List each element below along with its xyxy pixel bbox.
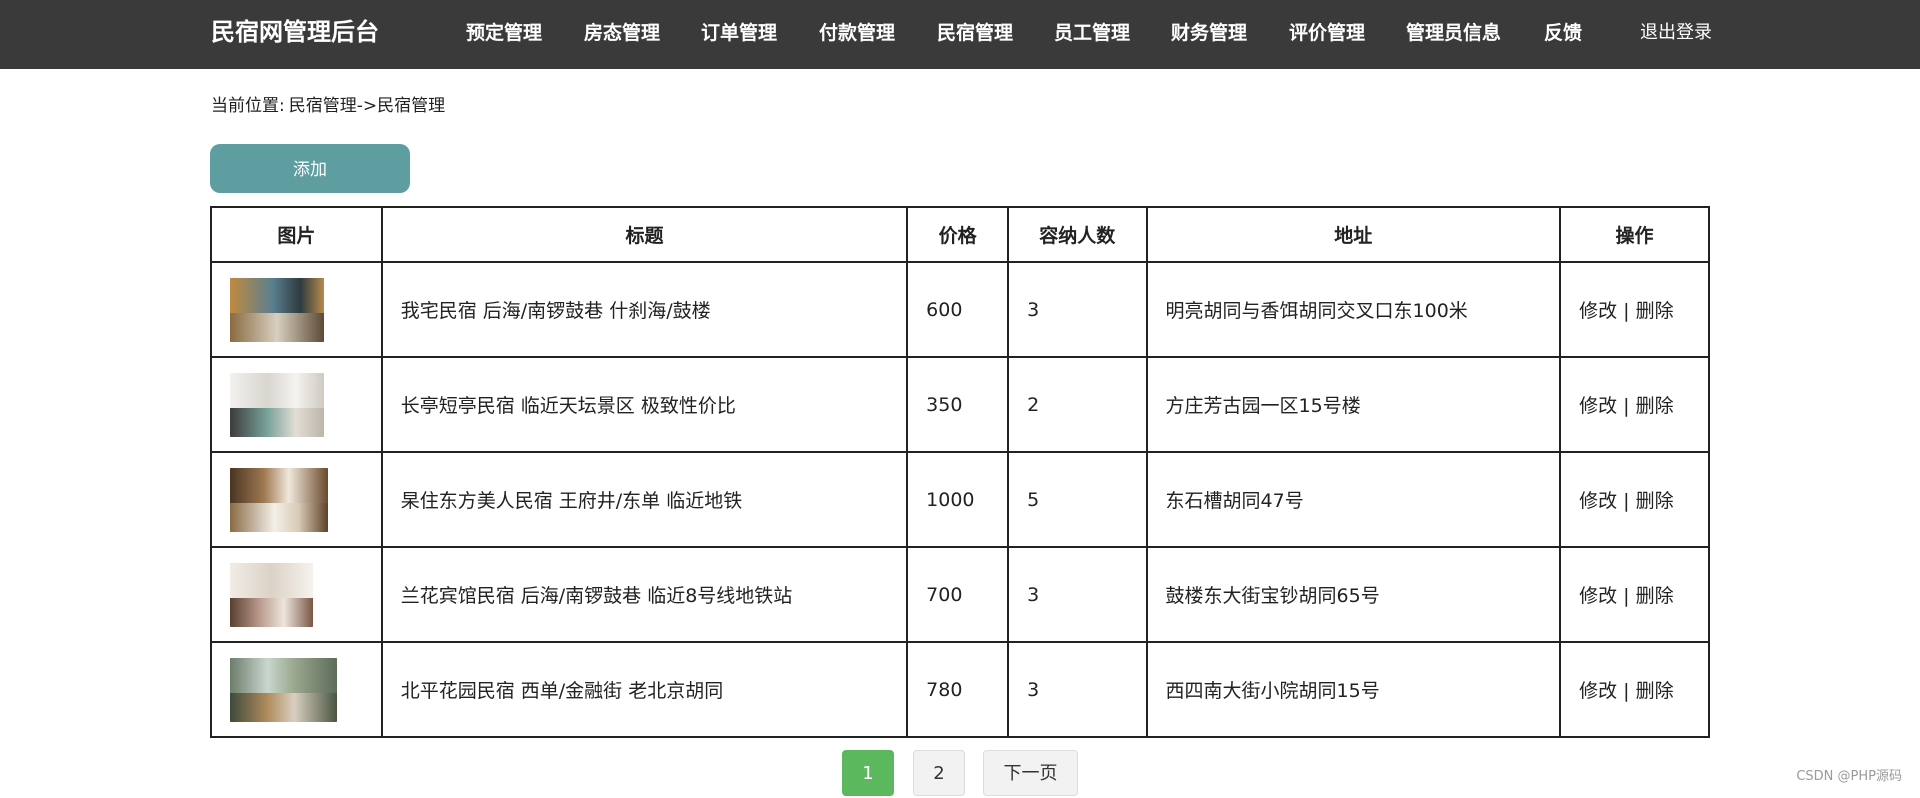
actions-cell: 修改 | 删除 <box>1559 641 1710 738</box>
homestay-table: 图片 标题 价格 容纳人数 地址 操作 我宅民宿 后海/南锣鼓巷 什刹海/鼓楼 … <box>210 206 1710 738</box>
room-photo <box>230 277 324 342</box>
actions-cell: 修改 | 删除 <box>1559 546 1710 643</box>
nav-item-feedback[interactable]: 反馈 <box>1544 18 1582 48</box>
room-photo <box>230 562 313 627</box>
address-cell: 方庄芳古园一区15号楼 <box>1145 356 1562 453</box>
nav-item-payments[interactable]: 付款管理 <box>819 18 895 48</box>
title-cell: 北平花园民宿 西单/金融街 老北京胡同 <box>380 641 909 738</box>
main-nav: 预定管理 房态管理 订单管理 付款管理 民宿管理 员工管理 财务管理 评价管理 … <box>0 18 1920 48</box>
action-separator: | <box>1623 490 1630 512</box>
table-row: 我宅民宿 后海/南锣鼓巷 什刹海/鼓楼 600 3 明亮胡同与香饵胡同交叉口东1… <box>210 261 1710 358</box>
action-separator: | <box>1623 585 1630 607</box>
delete-link[interactable]: 删除 <box>1636 490 1674 512</box>
room-photo <box>230 657 337 722</box>
edit-link[interactable]: 修改 <box>1579 300 1617 322</box>
room-photo <box>230 372 324 437</box>
capacity-cell: 3 <box>1007 546 1148 643</box>
image-cell <box>210 451 383 548</box>
capacity-cell: 5 <box>1007 451 1148 548</box>
table-row: 杲住东方美人民宿 王府井/东单 临近地铁 1000 5 东石槽胡同47号 修改 … <box>210 451 1710 548</box>
address-cell: 西四南大街小院胡同15号 <box>1145 641 1562 738</box>
column-header-capacity: 容纳人数 <box>1007 206 1148 263</box>
add-button[interactable]: 添加 <box>210 144 410 193</box>
column-header-image: 图片 <box>210 206 383 263</box>
nav-item-finance[interactable]: 财务管理 <box>1171 18 1247 48</box>
edit-link[interactable]: 修改 <box>1579 490 1617 512</box>
price-cell: 700 <box>906 546 1010 643</box>
capacity-cell: 2 <box>1007 356 1148 453</box>
watermark-text: CSDN @PHP源码 <box>1796 769 1902 784</box>
table-row: 兰花宾馆民宿 后海/南锣鼓巷 临近8号线地铁站 700 3 鼓楼东大街宝钞胡同6… <box>210 546 1710 643</box>
actions-cell: 修改 | 删除 <box>1559 451 1710 548</box>
page-button-1[interactable]: 1 <box>842 750 894 796</box>
breadcrumb-trail: 民宿管理->民宿管理 <box>288 96 446 116</box>
actions-cell: 修改 | 删除 <box>1559 356 1710 453</box>
nav-item-orders[interactable]: 订单管理 <box>701 18 777 48</box>
capacity-cell: 3 <box>1007 261 1148 358</box>
price-cell: 1000 <box>906 451 1010 548</box>
title-cell: 长亭短亭民宿 临近天坛景区 极致性价比 <box>380 356 909 453</box>
breadcrumb: 当前位置: 民宿管理->民宿管理 <box>211 93 445 119</box>
capacity-cell: 3 <box>1007 641 1148 738</box>
nav-item-room-status[interactable]: 房态管理 <box>584 18 660 48</box>
actions-cell: 修改 | 删除 <box>1559 261 1710 358</box>
nav-item-admin-info[interactable]: 管理员信息 <box>1406 18 1501 48</box>
table-row: 北平花园民宿 西单/金融街 老北京胡同 780 3 西四南大街小院胡同15号 修… <box>210 641 1710 738</box>
next-page-button[interactable]: 下一页 <box>983 750 1078 796</box>
action-separator: | <box>1623 395 1630 417</box>
logout-link[interactable]: 退出登录 <box>1640 18 1712 48</box>
page-button-2[interactable]: 2 <box>913 750 965 796</box>
image-cell <box>210 261 383 358</box>
price-cell: 600 <box>906 261 1010 358</box>
price-cell: 780 <box>906 641 1010 738</box>
breadcrumb-prefix: 当前位置: <box>211 96 285 116</box>
delete-link[interactable]: 删除 <box>1636 395 1674 417</box>
nav-item-homestays[interactable]: 民宿管理 <box>937 18 1013 48</box>
edit-link[interactable]: 修改 <box>1579 680 1617 702</box>
pagination: 1 2 下一页 <box>0 750 1920 796</box>
address-cell: 东石槽胡同47号 <box>1145 451 1562 548</box>
image-cell <box>210 641 383 738</box>
column-header-price: 价格 <box>906 206 1010 263</box>
address-cell: 明亮胡同与香饵胡同交叉口东100米 <box>1145 261 1562 358</box>
action-separator: | <box>1623 680 1630 702</box>
edit-link[interactable]: 修改 <box>1579 395 1617 417</box>
nav-item-staff[interactable]: 员工管理 <box>1054 18 1130 48</box>
delete-link[interactable]: 删除 <box>1636 300 1674 322</box>
top-navigation-bar: 民宿网管理后台 预定管理 房态管理 订单管理 付款管理 民宿管理 员工管理 财务… <box>0 0 1920 69</box>
column-header-address: 地址 <box>1145 206 1562 263</box>
delete-link[interactable]: 删除 <box>1636 680 1674 702</box>
price-cell: 350 <box>906 356 1010 453</box>
action-separator: | <box>1623 300 1630 322</box>
title-cell: 我宅民宿 后海/南锣鼓巷 什刹海/鼓楼 <box>380 261 909 358</box>
room-photo <box>230 467 328 532</box>
column-header-title: 标题 <box>380 206 909 263</box>
nav-item-booking[interactable]: 预定管理 <box>466 18 542 48</box>
address-cell: 鼓楼东大街宝钞胡同65号 <box>1145 546 1562 643</box>
delete-link[interactable]: 删除 <box>1636 585 1674 607</box>
title-cell: 杲住东方美人民宿 王府井/东单 临近地铁 <box>380 451 909 548</box>
table-header-row: 图片 标题 价格 容纳人数 地址 操作 <box>210 206 1710 263</box>
edit-link[interactable]: 修改 <box>1579 585 1617 607</box>
table-row: 长亭短亭民宿 临近天坛景区 极致性价比 350 2 方庄芳古园一区15号楼 修改… <box>210 356 1710 453</box>
title-cell: 兰花宾馆民宿 后海/南锣鼓巷 临近8号线地铁站 <box>380 546 909 643</box>
nav-item-reviews[interactable]: 评价管理 <box>1289 18 1365 48</box>
image-cell <box>210 546 383 643</box>
image-cell <box>210 356 383 453</box>
column-header-actions: 操作 <box>1559 206 1710 263</box>
